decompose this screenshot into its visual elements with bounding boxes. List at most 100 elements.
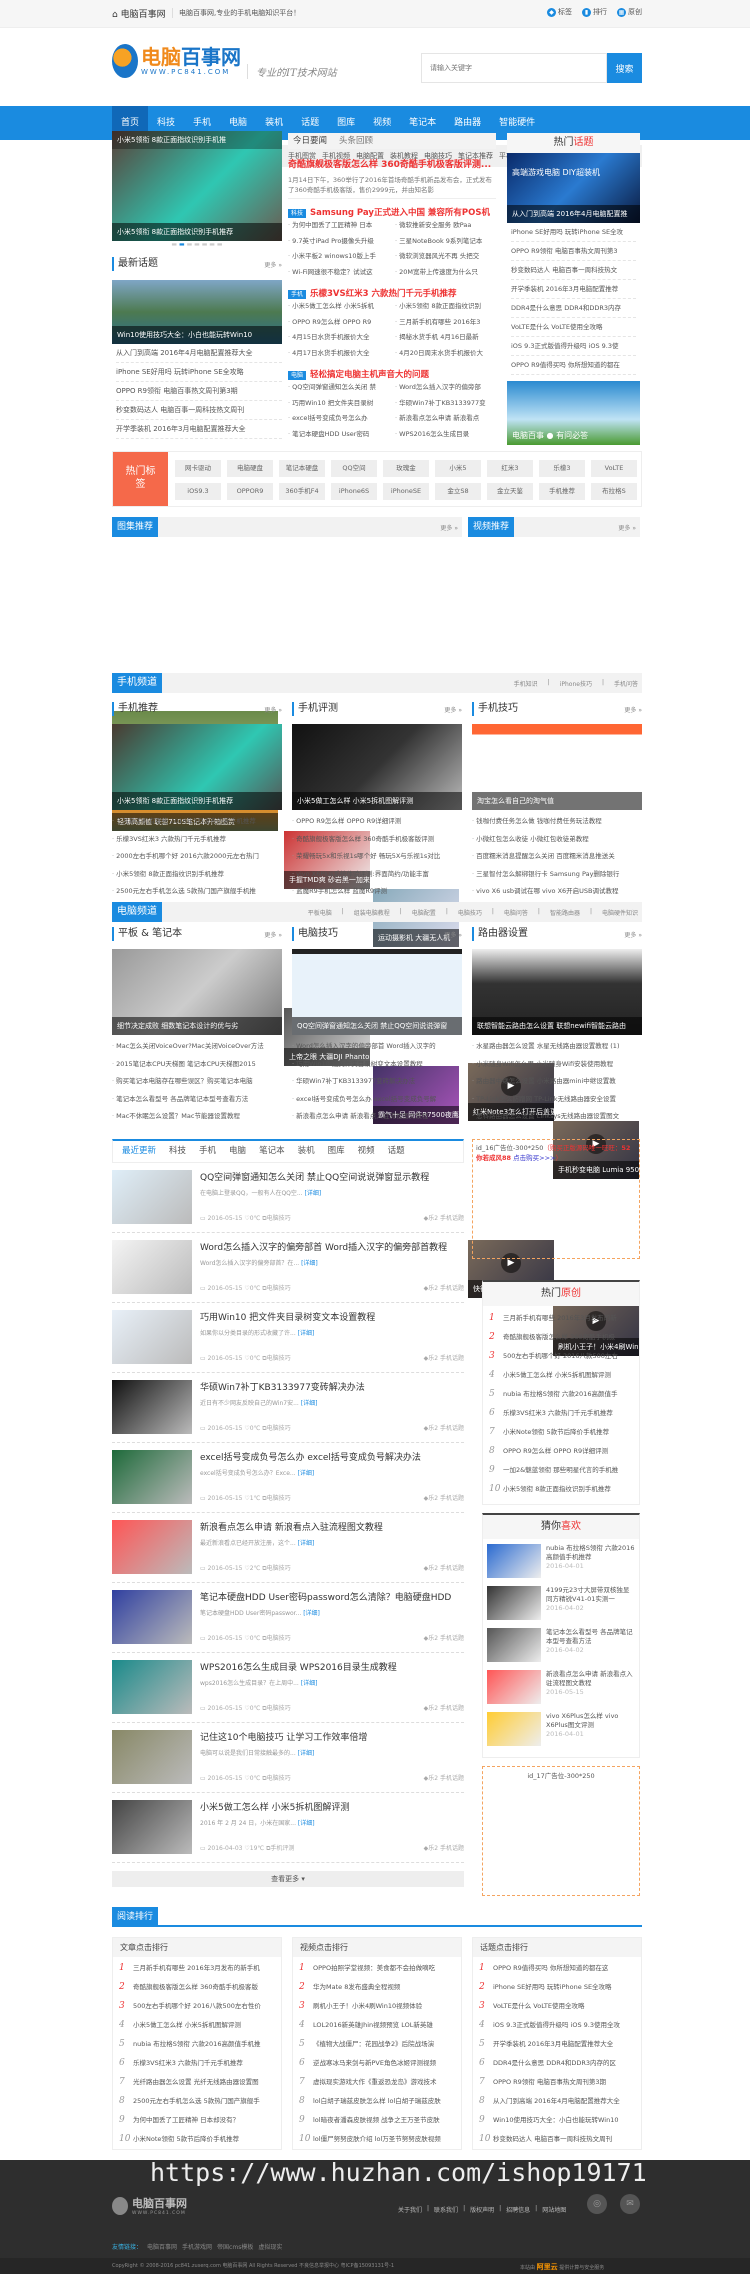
ranking-item[interactable]: 6 逆战寒冰马来剑与新PVE角色冰姬评测视频 [293,2054,461,2073]
original-rank-item[interactable]: 5 nubia 布拉格S领衔 六款2016高颜值手 [483,1385,639,1404]
hot-topic-item[interactable]: OPPO R9领衔 电脑百事热文周刊第3 [511,242,636,261]
column-item[interactable]: 奇酷旗舰极客版怎么样 360奇酷手机极客版评测 [292,831,462,849]
latest-tab[interactable]: 最近更新 [122,1141,156,1162]
article-category[interactable]: 电脑技巧 [267,1425,291,1432]
news-item[interactable]: 4月20日周末水货手机报价大 [395,346,496,362]
column-item[interactable]: 蓝魔R9手机怎么样 蓝魔R9评测 [292,883,462,901]
article-tag-category[interactable]: 手机话题 [440,1845,464,1852]
hot-tag[interactable]: 红米3 [487,460,533,477]
news-item[interactable]: 笔记本硬盘HDD User密码 [288,427,389,443]
hot-topic-item[interactable]: DDR4是什么意思 DDR4和DDR3内存 [511,299,636,318]
footer-logo[interactable]: 电脑百事网 WWW.PC841.COM [112,2195,187,2216]
article-tag-category[interactable]: 手机话题 [440,1775,464,1782]
topics-image[interactable]: Win10使用技巧大全：小白也能玩转Win10 [112,280,282,344]
column-item[interactable]: 路由器中继怎么设置 小米路由器mini中继设置教 [472,1073,642,1091]
news-item[interactable]: 20M宽带上传速度为什么只 [395,265,496,281]
pc-channel-link[interactable]: 智能路由器 [550,908,580,917]
column-more-link[interactable]: 更多 » [624,929,642,943]
original-rank-item[interactable]: 7 小米Note领衔 5款节后降价手机推荐 [483,1423,639,1442]
hot-tag[interactable]: 手机推荐 [539,483,585,500]
ranking-item[interactable]: 1 OPPO R9值得买吗 你所想知道的都在这 [473,1959,641,1978]
news-item[interactable]: Wi-Fi网速很不稳定？试试这 [288,265,389,281]
pc-channel-link[interactable]: 平板电脑 [308,908,332,917]
ranking-item[interactable]: 3 VoLTE是什么 VoLTE使用全攻略 [473,1997,641,2016]
hot-tag[interactable]: QQ空间 [331,460,377,477]
column-item[interactable]: 钱咖付费任务怎么做 钱咖付费任务玩法教程 [472,813,642,831]
weibo-icon[interactable]: ◎ [587,2194,607,2214]
news-item[interactable]: 小米5领衔 8款正面指纹识别 [395,299,496,315]
article-title[interactable]: 笔记本硬盘HDD User密码password怎么清除？电脑硬盘HDD [200,1590,465,1603]
article-thumbnail[interactable] [112,1800,192,1854]
ranking-item[interactable]: 7 虚拟现实游戏大作《重返恐龙岛》游戏技术 [293,2073,461,2092]
article-tag[interactable]: 乐2 [428,1425,438,1432]
column-item[interactable]: 2500元左右手机怎么选 5款热门国产旗舰手机推 [112,883,282,901]
hot-tag[interactable]: 小米5 [435,460,481,477]
article-category[interactable]: 电脑技巧 [267,1215,291,1222]
ranking-item[interactable]: 3 500左右手机哪个好 2016八款500左右性价 [113,1997,281,2016]
article-title[interactable]: 新浪看点怎么申请 新浪看点入驻流程图文教程 [200,1520,465,1533]
article-category[interactable]: 电脑技巧 [267,1565,291,1572]
article-category[interactable]: 电脑技巧 [267,1355,291,1362]
guess-thumbnail[interactable] [487,1712,541,1746]
ranking-item[interactable]: 10 小米Note领衔 5款节后降价手机推荐 [113,2130,281,2149]
column-item[interactable]: excel括号变成负号怎么办 excel括号变成负号解 [292,1091,462,1109]
ranking-item[interactable]: 1 OPPO拍照学堂视频：美食都不会拍做嘀吃 [293,1959,461,1978]
article-title[interactable]: 巧用Win10 把文件夹目录树变文本设置教程 [200,1310,465,1323]
guess-thumbnail[interactable] [487,1544,541,1578]
hot-tag[interactable]: OPPOR9 [227,483,273,500]
phone-channel-link[interactable]: 手机问答 [614,679,638,688]
article-tag-category[interactable]: 手机话题 [440,1285,464,1292]
hot-tag[interactable]: 网卡驱动 [175,460,221,477]
search-input[interactable] [421,53,607,83]
original-rank-item[interactable]: 10 小米5领衔 8款正面指纹识别手机推荐 [483,1480,639,1499]
original-link[interactable]: ▦ 原创 [617,7,642,17]
column-item[interactable]: Word怎么插入汉字的偏旁部首 Word插入汉字的 [292,1038,462,1056]
column-item[interactable]: 2000左右手机哪个好 2016六款2000元左右热门 [112,848,282,866]
article-detail-link[interactable]: [详细] [301,1400,318,1407]
rank-link[interactable]: ▮ 排行 [582,7,607,17]
column-item[interactable]: TP-Link怎么防蹭网 TP-Link无线路由器安全设置 [472,1091,642,1109]
group-headline[interactable]: Samsung Pay正式进入中国 兼容所有POS机 [310,208,490,218]
guess-title[interactable]: nubia 布拉格S领衔 六款2016高颜值手机推荐 [546,1544,634,1561]
article-tag-category[interactable]: 手机话题 [440,1355,464,1362]
news-item[interactable]: 揭秘水货手机 4月16日最新 [395,330,496,346]
hot-topic-item[interactable]: 秒变数码达人 电脑百事一周科技热文 [511,261,636,280]
search-button[interactable]: 搜索 [607,53,642,83]
topics-more-link[interactable]: 更多 » [264,259,282,273]
news-item[interactable]: QQ空间弹窗通知怎么关闭 禁 [288,380,389,396]
gallery-more-link[interactable]: 更多 » [440,523,458,532]
column-item[interactable]: 小米随身Wifi怎么用 小米随身Wifi安装使用教程 [472,1056,642,1074]
hot-tag[interactable]: 金立S8 [435,483,481,500]
original-rank-item[interactable]: 6 乐檬3VS红米3 六款热门千元手机推荐 [483,1404,639,1423]
article-thumbnail[interactable] [112,1170,192,1224]
column-item[interactable]: 新浪看点怎么申请 新浪看点入驻流程图文教程 [292,1108,462,1126]
latest-tab[interactable]: 科技 [169,1141,186,1162]
article-thumbnail[interactable] [112,1660,192,1714]
article-category[interactable]: 电脑技巧 [267,1495,291,1502]
article-thumbnail[interactable] [112,1730,192,1784]
original-rank-item[interactable]: 2 奇酷旗舰极客版怎么样 360奇酷手机极 [483,1328,639,1347]
article-detail-link[interactable]: [详细] [301,1260,318,1267]
column-item[interactable]: 小米5领衔 8款正面指纹识别手机推荐 [112,866,282,884]
category-tag[interactable]: 电脑 [288,371,307,380]
news-item[interactable]: 4月17日水货手机报价大全 [288,346,389,362]
friend-link[interactable]: 虚拟现实 [258,2242,282,2251]
original-rank-item[interactable]: 4 小米5做工怎么样 小米5拆机图解评测 [483,1366,639,1385]
article-thumbnail[interactable] [112,1520,192,1574]
article-category[interactable]: 电脑技巧 [267,1705,291,1712]
article-category[interactable]: 电脑技巧 [267,1775,291,1782]
news-item[interactable]: 新浪看点怎么申请 新浪看点 [395,411,496,427]
article-tag-category[interactable]: 手机话题 [440,1565,464,1572]
column-item[interactable]: vivo X6Plus系统体验评测:界面简约/功能丰富 [292,866,462,884]
friend-link[interactable]: 电脑百事网 [147,2242,177,2251]
column-item[interactable]: 思科路由器怎么设置 Linksys无线路由器设置图文 [472,1108,642,1126]
article-title[interactable]: 华硕Win7补丁KB3133977变砖解决办法 [200,1380,465,1393]
ranking-item[interactable]: 1 三月新手机有哪些 2016年3月发布的新手机 [113,1959,281,1978]
home-link[interactable]: ⌂ 电脑百事网 [112,7,166,20]
slider[interactable]: 小米5领衔 8款正面指纹识别手机推 小米5领衔 8款正面指纹识别手机推荐 [112,131,282,241]
hot-image[interactable]: 高端游戏电脑 DIY超装机 从入门到高端 2016年4月电脑配置推 [507,153,640,223]
ranking-item[interactable]: 7 光纤路由器怎么设置 光纤无线路由器设置图 [113,2073,281,2092]
column-item[interactable]: 荣耀畅玩5x和乐视1s哪个好 畅玩5X与乐视1s对比 [292,848,462,866]
column-image[interactable]: 淘宝怎么看自己的淘气值 [472,724,642,810]
column-image[interactable]: 小米5做工怎么样 小米5拆机图解评测 [292,724,462,810]
